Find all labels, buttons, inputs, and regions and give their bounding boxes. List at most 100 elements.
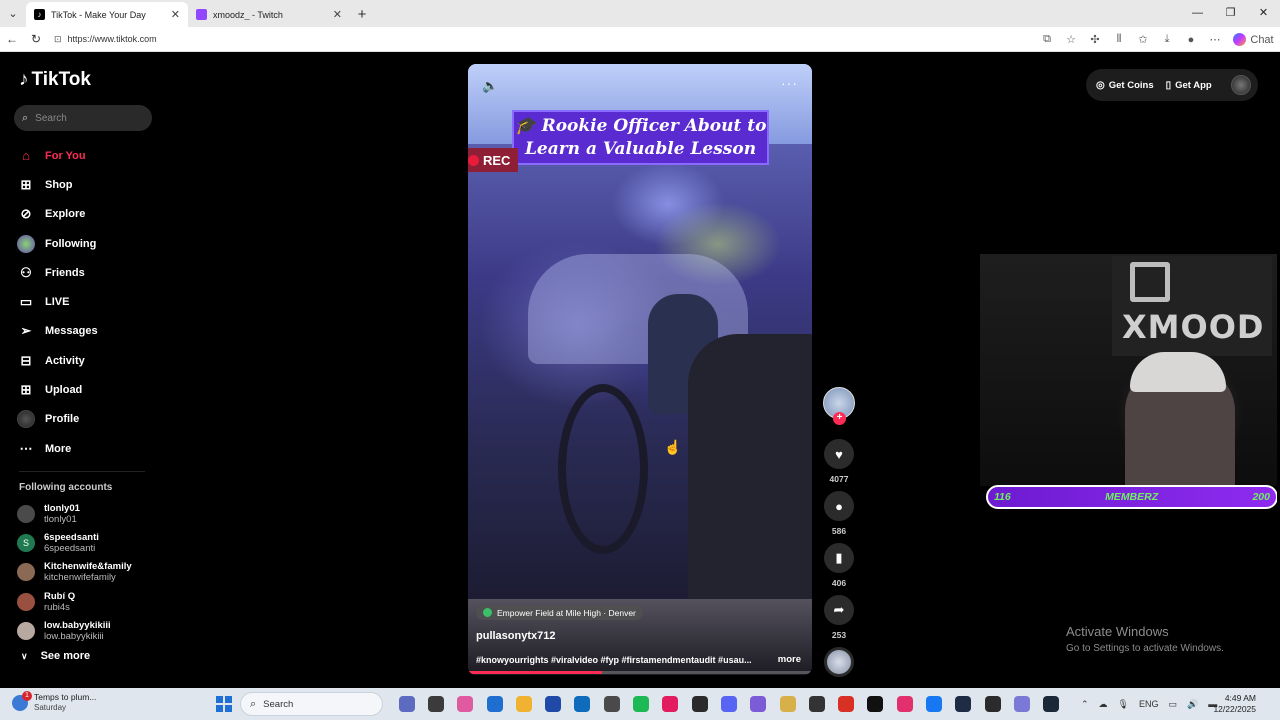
taskbar-clock[interactable]: 4:49 AM 12/22/2025 xyxy=(1213,693,1256,715)
volume-icon[interactable]: 🔊 xyxy=(1187,699,1198,710)
taskbar-search[interactable]: ⌕ Search xyxy=(240,692,383,716)
sidebar-item-friends[interactable]: ⚇ Friends xyxy=(17,258,167,287)
url-field[interactable]: ⊡ https://www.tiktok.com xyxy=(54,34,1054,45)
see-more-button[interactable]: ∨ See more xyxy=(21,650,90,662)
split-screen-icon[interactable]: ⫴ xyxy=(1107,33,1131,46)
taskbar-app-icon[interactable] xyxy=(1037,694,1066,714)
onedrive-icon[interactable]: ☁ xyxy=(1099,699,1108,710)
taskbar-app-icon[interactable] xyxy=(392,694,421,714)
weather-line-1: Temps to plum... xyxy=(34,692,97,702)
site-info-icon[interactable]: ⊡ xyxy=(54,34,62,45)
tiktok-logo[interactable]: ♪ TikTok xyxy=(19,69,91,91)
tray-chevron-icon[interactable]: ⌃ xyxy=(1081,699,1089,710)
sidebar-item-shop[interactable]: ⊞ Shop xyxy=(17,170,167,199)
volume-icon[interactable]: 🔈 xyxy=(482,78,498,94)
get-coins-button[interactable]: ◎ Get Coins xyxy=(1096,80,1154,91)
following-account-item[interactable]: Kitchenwife&family kitchenwifefamily xyxy=(17,558,132,587)
weather-widget[interactable]: 1 Temps to plum... Saturday xyxy=(12,690,97,713)
taskbar-app-icon[interactable] xyxy=(831,694,860,714)
taskbar-app-icon[interactable] xyxy=(656,694,685,714)
copilot-chat-button[interactable]: Chat xyxy=(1233,33,1274,46)
taskbar-app-icon[interactable] xyxy=(480,694,509,714)
following-account-item[interactable]: low.babyykikiii low.babyykikiii xyxy=(17,616,132,645)
microphone-icon[interactable]: 🎙 xyxy=(1118,699,1129,710)
tab-actions-menu-icon[interactable]: ⌄ xyxy=(0,0,26,27)
ellipsis-icon: ⋯ xyxy=(19,440,33,456)
comment-count: 586 xyxy=(831,526,847,536)
location-tag[interactable]: Empower Field at Mile High · Denver xyxy=(476,605,643,620)
goal-label: MEMBERZ xyxy=(1105,491,1159,503)
taskbar-app-icon[interactable] xyxy=(861,694,890,714)
sidebar-item-explore[interactable]: ⊘ Explore xyxy=(17,200,167,229)
browser-tab-tiktok[interactable]: ♪ TikTok - Make Your Day ✕ xyxy=(26,2,188,27)
taskbar-app-icon[interactable] xyxy=(890,694,919,714)
profile-icon[interactable]: ● xyxy=(1179,34,1203,46)
bookmark-icon[interactable]: ▮ xyxy=(824,543,854,573)
video-author[interactable]: pullasonytx712 xyxy=(476,630,555,642)
taskbar-app-icon[interactable] xyxy=(451,694,480,714)
like-heart-icon[interactable]: ♥ xyxy=(824,439,854,469)
video-more-options-icon[interactable]: ··· xyxy=(781,75,798,91)
sidebar-item-for-you[interactable]: ⌂ For You xyxy=(17,141,167,170)
search-icon: ⌕ xyxy=(22,111,29,124)
video-progress-bar[interactable] xyxy=(468,671,812,674)
taskbar-app-icon[interactable] xyxy=(919,694,948,714)
favorites-icon[interactable]: ✩ xyxy=(1131,33,1155,46)
open-in-app-icon[interactable]: ⧉ xyxy=(1035,33,1059,46)
channel-name: XMOOD xyxy=(1122,308,1265,346)
restore-icon[interactable]: ❐ xyxy=(1214,0,1247,27)
following-account-item[interactable]: Rubí Qrubi4s xyxy=(17,587,132,616)
new-tab-button[interactable]: + xyxy=(350,2,374,27)
sidebar-item-following[interactable]: Following xyxy=(17,229,167,258)
browser-tab-twitch[interactable]: xmoodz_ - Twitch ✕ xyxy=(188,2,350,27)
minimize-icon[interactable]: — xyxy=(1181,0,1214,27)
tab-title: xmoodz_ - Twitch xyxy=(213,9,283,20)
account-name: 6speedsanti xyxy=(44,531,99,543)
refresh-icon[interactable]: ↻ xyxy=(24,32,48,46)
comment-icon[interactable]: ● xyxy=(824,491,854,521)
sidebar-item-messages[interactable]: ➢ Messages xyxy=(17,317,167,346)
taskbar-app-icon[interactable] xyxy=(509,694,538,714)
share-arrow-icon[interactable]: ➦ xyxy=(824,595,854,625)
taskbar-app-icon[interactable] xyxy=(949,694,978,714)
taskbar-app-icon[interactable] xyxy=(978,694,1007,714)
taskbar-app-icon[interactable] xyxy=(744,694,773,714)
following-account-item[interactable]: tlonly01 tlonly01 xyxy=(17,499,132,528)
taskbar-app-icon[interactable] xyxy=(1007,694,1036,714)
taskbar-app-icon[interactable] xyxy=(714,694,743,714)
music-disc-icon[interactable] xyxy=(824,647,854,677)
sidebar-item-activity[interactable]: ⊟ Activity xyxy=(17,346,167,375)
back-icon[interactable]: ← xyxy=(0,32,24,46)
following-account-item[interactable]: S 6speedsanti 6speedsanti xyxy=(17,528,132,557)
favorite-star-icon[interactable]: ☆ xyxy=(1059,33,1083,46)
taskbar-app-icon[interactable] xyxy=(568,694,597,714)
windows-start-icon[interactable] xyxy=(216,696,232,712)
taskbar-app-icon[interactable] xyxy=(626,694,655,714)
user-avatar[interactable] xyxy=(1231,75,1251,95)
follow-plus-icon[interactable]: + xyxy=(833,412,846,425)
language-indicator[interactable]: ENG xyxy=(1139,699,1159,709)
sidebar-item-live[interactable]: ▭ LIVE xyxy=(17,287,167,316)
close-tab-icon[interactable]: ✕ xyxy=(333,8,342,21)
sidebar-item-more[interactable]: ⋯ More xyxy=(17,434,167,463)
search-input[interactable]: ⌕ Search xyxy=(14,105,152,131)
sidebar-item-profile[interactable]: Profile xyxy=(17,405,167,434)
taskbar-app-icon[interactable] xyxy=(685,694,714,714)
description-more-button[interactable]: more xyxy=(778,654,801,665)
taskbar-search-label: Search xyxy=(263,698,294,710)
home-icon: ⌂ xyxy=(22,148,30,164)
taskbar-app-icon[interactable] xyxy=(421,694,450,714)
extensions-icon[interactable]: ✣ xyxy=(1083,33,1107,46)
close-tab-icon[interactable]: ✕ xyxy=(171,8,180,21)
taskbar-app-icon[interactable] xyxy=(538,694,567,714)
sidebar-item-upload[interactable]: ⊞ Upload xyxy=(17,375,167,404)
video-player[interactable]: 🎓 Rookie Officer About to Learn a Valuab… xyxy=(468,64,812,675)
more-menu-icon[interactable]: ⋯ xyxy=(1203,33,1227,46)
download-icon[interactable]: ⤓ xyxy=(1155,33,1179,46)
get-app-button[interactable]: ▯ Get App xyxy=(1166,80,1212,91)
taskbar-app-icon[interactable] xyxy=(802,694,831,714)
taskbar-app-icon[interactable] xyxy=(773,694,802,714)
network-icon[interactable]: ▭ xyxy=(1169,699,1178,710)
close-window-icon[interactable]: ✕ xyxy=(1247,0,1280,27)
taskbar-app-icon[interactable] xyxy=(597,694,626,714)
